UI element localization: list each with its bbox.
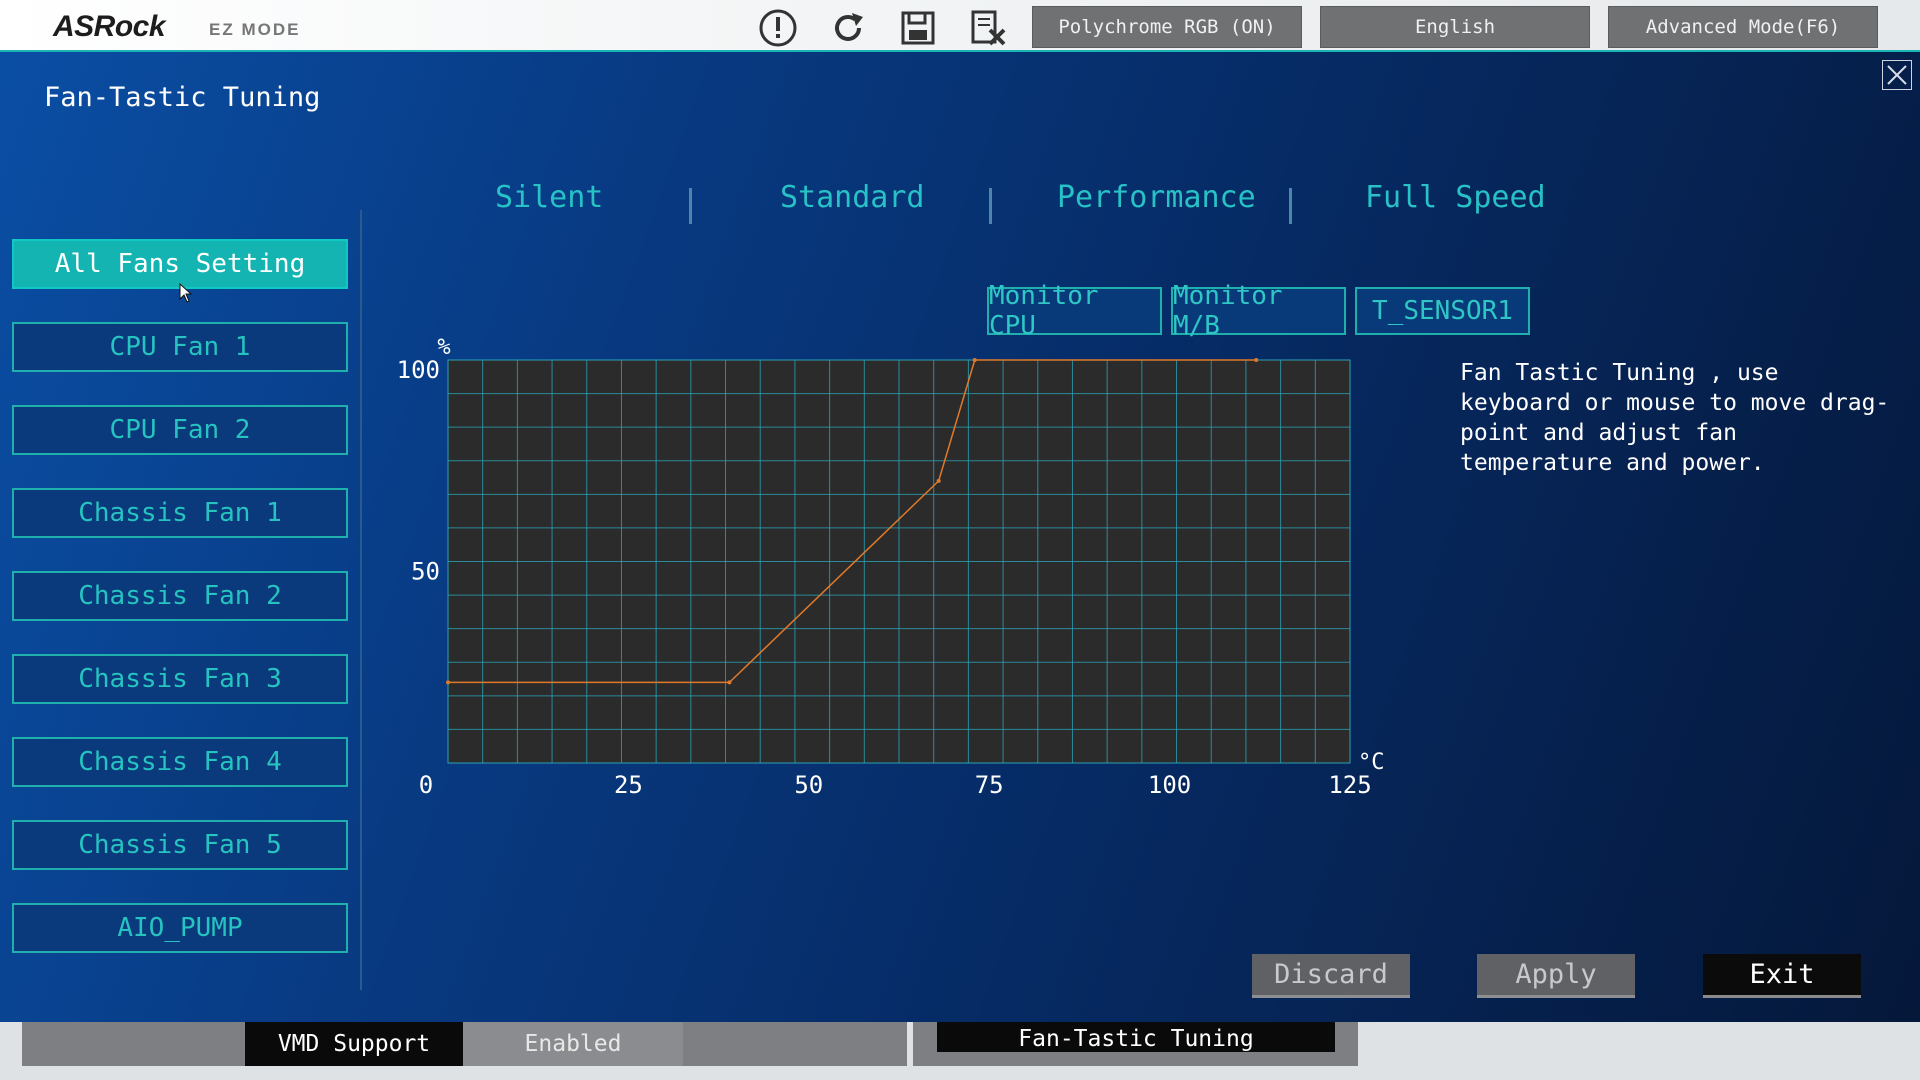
x-tick-label: 50 <box>794 771 823 799</box>
y-axis-label: % <box>437 335 450 360</box>
apply-button[interactable]: Apply <box>1477 954 1635 998</box>
x-tick-label: 0 <box>419 771 433 799</box>
y-tick-label: 100 <box>397 356 440 384</box>
fan-all-fans-setting[interactable]: All Fans Setting <box>12 239 348 289</box>
fan-curve-point <box>1254 358 1259 362</box>
help-text: Fan Tastic Tuning , use keyboard or mous… <box>1460 360 1890 476</box>
fan-curve-chart[interactable]: 0 25 50 75 100 125 100 50% °C <box>390 280 1410 820</box>
fan-chassis-fan-2[interactable]: Chassis Fan 2 <box>12 571 348 621</box>
alert-icon[interactable] <box>758 8 798 48</box>
preset-separator <box>989 188 992 224</box>
fan-chassis-fan-1[interactable]: Chassis Fan 1 <box>12 488 348 538</box>
x-tick-label: 100 <box>1148 771 1191 799</box>
fan-curve-point <box>936 478 941 483</box>
advanced-mode-button[interactable]: Advanced Mode(F6) <box>1608 6 1878 48</box>
mouse-cursor-icon <box>179 283 193 303</box>
save-icon[interactable] <box>898 8 938 48</box>
panel-divider <box>360 210 362 990</box>
top-bar: ASRock EZ MODE Polychrome RGB (ON) Engli… <box>0 0 1920 52</box>
close-button[interactable] <box>1882 60 1912 90</box>
x-tick-label: 25 <box>614 771 643 799</box>
refresh-icon[interactable] <box>828 8 868 48</box>
ez-mode-label: EZ MODE <box>209 20 301 39</box>
bottom-strip: VMD Support Enabled Fan-Tastic Tuning <box>0 1022 1920 1080</box>
fan-curve-point <box>446 680 450 685</box>
preset-performance[interactable]: Performance <box>1057 180 1256 215</box>
preset-separator <box>1289 188 1292 224</box>
preset-silent[interactable]: Silent <box>495 180 603 215</box>
discard-exit-icon[interactable] <box>968 8 1008 48</box>
language-button[interactable]: English <box>1320 6 1590 48</box>
x-tick-label: 125 <box>1328 771 1371 799</box>
fan-aio-pump[interactable]: AIO_PUMP <box>12 903 348 953</box>
preset-separator <box>689 188 692 224</box>
fan-cpu-fan-1[interactable]: CPU Fan 1 <box>12 322 348 372</box>
x-axis-label: °C <box>1358 750 1385 775</box>
page-title: Fan-Tastic Tuning <box>44 82 321 113</box>
vmd-support-label: VMD Support <box>245 1022 463 1066</box>
fan-curve-point <box>972 358 977 362</box>
discard-button[interactable]: Discard <box>1252 954 1410 998</box>
close-icon <box>1887 65 1907 85</box>
exit-button[interactable]: Exit <box>1703 954 1861 998</box>
vmd-support-value[interactable]: Enabled <box>463 1022 683 1066</box>
preset-standard[interactable]: Standard <box>780 180 925 215</box>
fan-chassis-fan-4[interactable]: Chassis Fan 4 <box>12 737 348 787</box>
fan-curve-point <box>727 680 732 685</box>
x-tick-label: 75 <box>975 771 1004 799</box>
fan-tastic-tuning-tab[interactable]: Fan-Tastic Tuning <box>937 1022 1335 1052</box>
asrock-logo: ASRock <box>53 10 166 43</box>
fan-chassis-fan-3[interactable]: Chassis Fan 3 <box>12 654 348 704</box>
polychrome-rgb-button[interactable]: Polychrome RGB (ON) <box>1032 6 1302 48</box>
y-tick-label: 50 <box>411 558 440 586</box>
preset-full-speed[interactable]: Full Speed <box>1365 180 1546 215</box>
fan-cpu-fan-2[interactable]: CPU Fan 2 <box>12 405 348 455</box>
fan-chassis-fan-5[interactable]: Chassis Fan 5 <box>12 820 348 870</box>
